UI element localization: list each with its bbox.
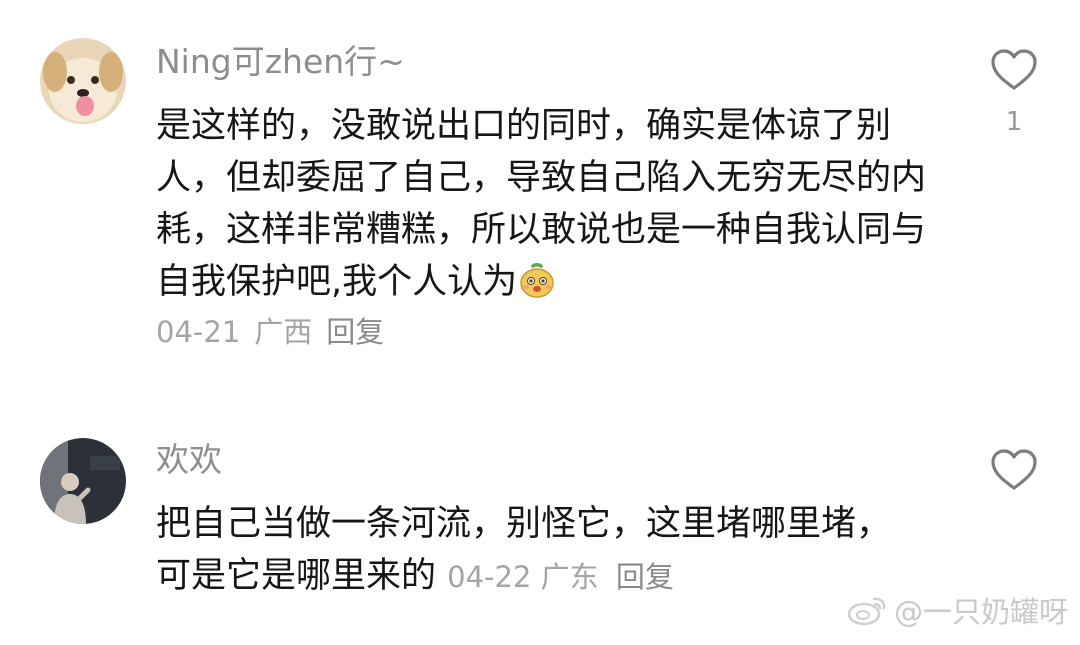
comment-item: Ning可zhen行~ 是这样的，没敢说出口的同时，确实是体谅了别人，但却委屈了… — [0, 0, 1080, 380]
weibo-logo-icon — [847, 597, 886, 626]
pear-face-emoji — [517, 259, 557, 314]
username[interactable]: 欢欢 — [156, 438, 222, 482]
like-button[interactable]: 1 — [988, 48, 1040, 142]
puppy-avatar-image — [40, 38, 126, 124]
heart-outline-icon — [991, 49, 1037, 90]
heart-outline-icon — [991, 449, 1037, 490]
reply-button[interactable]: 回复 — [326, 315, 384, 349]
comment-text: 把自己当做一条河流，别怪它，这里堵哪里堵，可是它是哪里来的 04-22 广东 回… — [156, 498, 896, 603]
watermark-text: @一只奶罐呀 — [893, 595, 1068, 629]
like-count: 1 — [1005, 107, 1023, 137]
comment-date: 04-21 — [156, 315, 241, 349]
comment-location: 广东 — [540, 560, 599, 594]
comment-meta: 04-21 广西 回复 — [156, 312, 398, 352]
watermark: @一只奶罐呀 — [846, 589, 1068, 631]
avatar[interactable] — [40, 38, 126, 124]
username[interactable]: Ning可zhen行~ — [156, 40, 405, 84]
reply-button[interactable]: 回复 — [616, 560, 674, 594]
comment-item: 欢欢 把自己当做一条河流，别怪它，这里堵哪里堵，可是它是哪里来的 04-22 广… — [0, 400, 1080, 600]
avatar[interactable] — [40, 438, 126, 524]
comment-location: 广西 — [254, 315, 313, 349]
comment-date: 04-22 — [447, 560, 532, 594]
person-avatar-image — [40, 438, 126, 524]
comment-text: 是这样的，没敢说出口的同时，确实是体谅了别人，但却委屈了自己，导致自己陷入无穷无… — [156, 100, 946, 314]
like-button[interactable] — [988, 448, 1040, 492]
comment-meta: 04-22 广东 回复 — [447, 560, 674, 594]
